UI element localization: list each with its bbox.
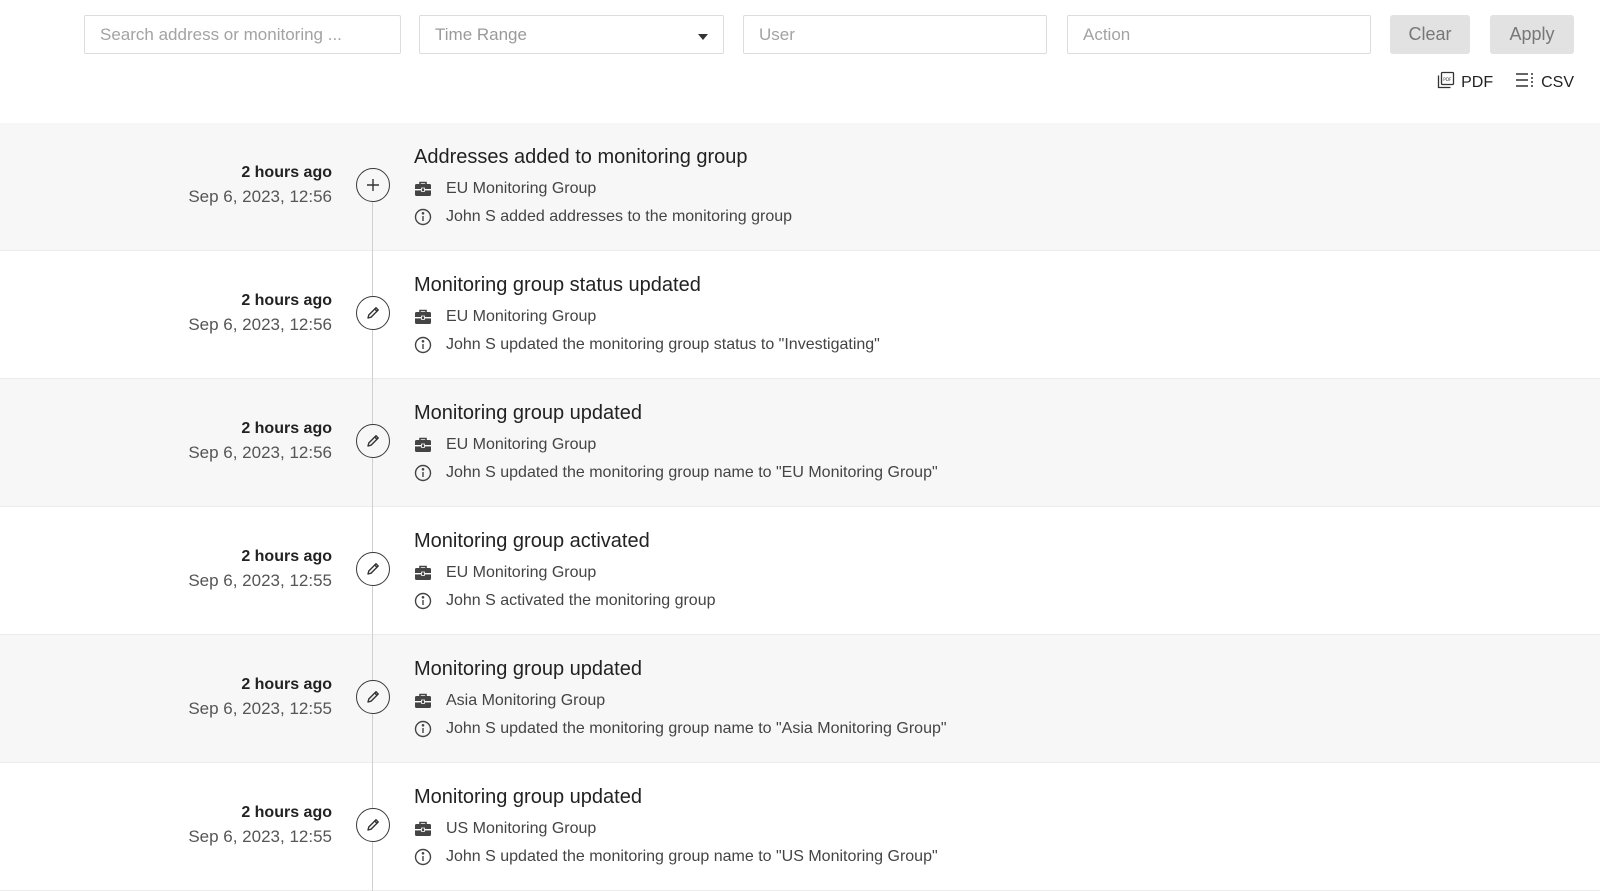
event-description: John S updated the monitoring group name… [414, 459, 938, 487]
info-icon [414, 848, 446, 866]
event-title: Monitoring group updated [414, 402, 642, 424]
group-name: EU Monitoring Group [446, 308, 597, 325]
absolute-time: Sep 6, 2023, 12:56 [188, 443, 332, 462]
export-pdf-button[interactable]: PDF PDF [1437, 71, 1493, 94]
pencil-icon [356, 552, 390, 586]
briefcase-icon [414, 821, 446, 837]
action-field[interactable] [1067, 15, 1371, 54]
event-title: Monitoring group status updated [414, 274, 701, 296]
relative-time: 2 hours ago [241, 804, 332, 821]
pencil-icon [356, 680, 390, 714]
event-group: US Monitoring Group [414, 815, 938, 843]
clear-button[interactable]: Clear [1390, 15, 1470, 54]
time-range-label: Time Range [435, 24, 527, 44]
apply-button[interactable]: Apply [1490, 15, 1574, 54]
export-csv-label: CSV [1541, 73, 1574, 91]
user-field[interactable] [743, 15, 1047, 54]
info-icon [414, 336, 446, 354]
event-content: Monitoring group updated EU Monitoring G… [414, 399, 938, 487]
pdf-icon: PDF [1437, 71, 1455, 94]
pencil-icon [356, 424, 390, 458]
event-group: Asia Monitoring Group [414, 687, 947, 715]
event-time: 2 hours ago Sep 6, 2023, 12:55 [188, 801, 332, 849]
event-description: John S activated the monitoring group [414, 587, 716, 615]
group-name: Asia Monitoring Group [446, 692, 606, 709]
relative-time: 2 hours ago [241, 164, 332, 181]
time-range-select[interactable]: Time Range [419, 15, 724, 54]
chevron-down-icon [698, 33, 708, 40]
csv-icon [1515, 71, 1535, 94]
event-content: Monitoring group status updated EU Monit… [414, 271, 880, 359]
action-input[interactable] [1083, 24, 1355, 45]
svg-text:PDF: PDF [1443, 77, 1452, 82]
event-description: John S added addresses to the monitoring… [414, 203, 792, 231]
absolute-time: Sep 6, 2023, 12:55 [188, 571, 332, 590]
event-title: Monitoring group updated [414, 786, 642, 808]
group-name: EU Monitoring Group [446, 180, 597, 197]
briefcase-icon [414, 181, 446, 197]
event-group: EU Monitoring Group [414, 303, 880, 331]
timeline-item: 2 hours ago Sep 6, 2023, 12:56 Addresses… [0, 123, 1600, 251]
timeline-item: 2 hours ago Sep 6, 2023, 12:56 Monitorin… [0, 251, 1600, 379]
timeline-item: 2 hours ago Sep 6, 2023, 12:56 Monitorin… [0, 379, 1600, 507]
event-group: EU Monitoring Group [414, 431, 938, 459]
event-description: John S updated the monitoring group stat… [414, 331, 880, 359]
export-actions: PDF PDF CSV [1437, 71, 1574, 94]
description-text: John S updated the monitoring group name… [446, 720, 947, 737]
info-icon [414, 592, 446, 610]
event-time: 2 hours ago Sep 6, 2023, 12:55 [188, 673, 332, 721]
absolute-time: Sep 6, 2023, 12:55 [188, 827, 332, 846]
description-text: John S updated the monitoring group name… [446, 464, 938, 481]
relative-time: 2 hours ago [241, 420, 332, 437]
event-content: Addresses added to monitoring group EU M… [414, 143, 792, 231]
event-time: 2 hours ago Sep 6, 2023, 12:56 [188, 289, 332, 337]
description-text: John S updated the monitoring group stat… [446, 336, 880, 353]
event-description: John S updated the monitoring group name… [414, 715, 947, 743]
description-text: John S updated the monitoring group name… [446, 848, 938, 865]
event-title: Addresses added to monitoring group [414, 146, 748, 168]
activity-timeline: 2 hours ago Sep 6, 2023, 12:56 Addresses… [0, 123, 1600, 891]
event-content: Monitoring group updated Asia Monitoring… [414, 655, 947, 743]
event-time: 2 hours ago Sep 6, 2023, 12:56 [188, 417, 332, 465]
event-title: Monitoring group updated [414, 658, 642, 680]
briefcase-icon [414, 437, 446, 453]
absolute-time: Sep 6, 2023, 12:56 [188, 187, 332, 206]
info-icon [414, 208, 446, 226]
plus-icon [356, 168, 390, 202]
event-time: 2 hours ago Sep 6, 2023, 12:56 [188, 161, 332, 209]
event-content: Monitoring group updated US Monitoring G… [414, 783, 938, 871]
event-group: EU Monitoring Group [414, 175, 792, 203]
user-input[interactable] [759, 24, 1031, 45]
group-name: US Monitoring Group [446, 820, 597, 837]
group-name: EU Monitoring Group [446, 564, 597, 581]
event-description: John S updated the monitoring group name… [414, 843, 938, 871]
event-title: Monitoring group activated [414, 530, 650, 552]
search-field[interactable] [84, 15, 401, 54]
export-pdf-label: PDF [1461, 73, 1494, 91]
search-input[interactable] [100, 24, 385, 45]
timeline-item: 2 hours ago Sep 6, 2023, 12:55 Monitorin… [0, 635, 1600, 763]
briefcase-icon [414, 309, 446, 325]
export-csv-button[interactable]: CSV [1515, 71, 1574, 94]
description-text: John S added addresses to the monitoring… [446, 208, 793, 225]
absolute-time: Sep 6, 2023, 12:55 [188, 699, 332, 718]
absolute-time: Sep 6, 2023, 12:56 [188, 315, 332, 334]
filter-bar: Time Range Clear Apply [0, 15, 1600, 54]
event-time: 2 hours ago Sep 6, 2023, 12:55 [188, 545, 332, 593]
info-icon [414, 720, 446, 738]
pencil-icon [356, 808, 390, 842]
timeline-item: 2 hours ago Sep 6, 2023, 12:55 Monitorin… [0, 507, 1600, 635]
timeline-item: 2 hours ago Sep 6, 2023, 12:55 Monitorin… [0, 763, 1600, 891]
event-content: Monitoring group activated EU Monitoring… [414, 527, 716, 615]
relative-time: 2 hours ago [241, 676, 332, 693]
relative-time: 2 hours ago [241, 548, 332, 565]
info-icon [414, 464, 446, 482]
briefcase-icon [414, 693, 446, 709]
event-group: EU Monitoring Group [414, 559, 716, 587]
description-text: John S activated the monitoring group [446, 592, 716, 609]
relative-time: 2 hours ago [241, 292, 332, 309]
pencil-icon [356, 296, 390, 330]
group-name: EU Monitoring Group [446, 436, 597, 453]
briefcase-icon [414, 565, 446, 581]
